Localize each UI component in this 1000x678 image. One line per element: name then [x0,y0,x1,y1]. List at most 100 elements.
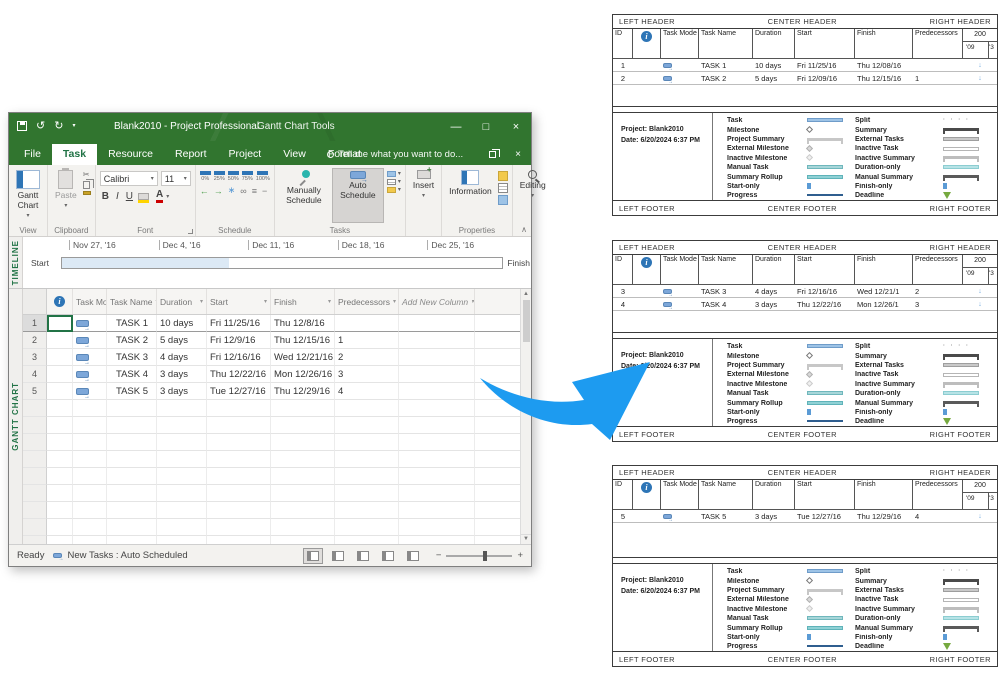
finish-cell[interactable]: Wed 12/21/16 [271,349,335,366]
scroll-up-icon[interactable]: ▲ [523,290,529,298]
predecessors-cell[interactable]: 3 [335,366,399,383]
zoom-track[interactable] [446,555,512,557]
info-cell[interactable] [47,502,73,519]
duration-cell[interactable]: 3 days [157,383,207,400]
start-cell[interactable] [207,400,271,417]
manually-schedule-button[interactable]: Manually Schedule [279,168,329,223]
unlink-tasks-icon[interactable]: ≡ [252,186,257,196]
add-new-column-cell[interactable] [399,519,475,536]
doc-restore-button[interactable] [479,143,505,165]
start-cell[interactable] [207,485,271,502]
maximize-button[interactable]: □ [471,113,501,141]
finish-cell[interactable] [271,536,335,544]
predecessors-cell[interactable] [335,400,399,417]
predecessors-cell[interactable] [335,519,399,536]
task-mode-cell[interactable] [73,434,107,451]
mode-button[interactable]: ▾ [387,187,401,193]
row-number[interactable] [23,400,47,417]
task-mode-cell[interactable] [73,315,107,332]
predecessors-cell[interactable]: 4 [335,383,399,400]
duration-cell[interactable] [157,417,207,434]
start-cell[interactable] [207,519,271,536]
task-name-cell[interactable] [107,485,157,502]
save-icon[interactable] [17,121,27,131]
finish-cell[interactable] [271,485,335,502]
row-number[interactable]: 5 [23,383,47,400]
add-new-column-cell[interactable] [399,434,475,451]
task-mode-cell[interactable] [73,417,107,434]
filter-arrow-icon[interactable]: ▾ [328,298,331,305]
tell-me-box[interactable]: Tell me what you want to do... [327,149,463,160]
info-cell[interactable] [47,485,73,502]
duration-cell[interactable] [157,400,207,417]
indent-icon[interactable]: → [214,186,223,196]
zoom-slider[interactable]: − + [436,550,523,561]
row-number[interactable] [23,451,47,468]
details-icon[interactable] [498,183,508,193]
task-name-cell[interactable]: TASK 2 [107,332,157,349]
finish-cell[interactable] [271,434,335,451]
start-cell[interactable] [207,468,271,485]
filter-arrow-icon[interactable]: ▾ [393,298,396,305]
column-header-predecessors[interactable]: Predecessors▾ [335,289,399,314]
outdent-icon[interactable]: ← [200,186,209,196]
duration-cell[interactable] [157,468,207,485]
scrollbar-thumb[interactable] [523,300,530,342]
task-name-cell[interactable] [107,417,157,434]
info-cell[interactable] [47,434,73,451]
finish-cell[interactable]: Thu 12/29/16 [271,383,335,400]
add-new-column-cell[interactable] [399,315,475,332]
task-name-cell[interactable] [107,434,157,451]
info-cell[interactable] [47,451,73,468]
percent-complete-button[interactable]: 25% [214,171,225,182]
column-header-finish[interactable]: Finish▾ [271,289,335,314]
add-new-column-cell[interactable] [399,400,475,417]
task-name-cell[interactable] [107,519,157,536]
duration-cell[interactable]: 10 days [157,315,207,332]
zoom-in-icon[interactable]: + [517,550,523,561]
add-new-column-cell[interactable] [399,366,475,383]
start-cell[interactable] [207,536,271,544]
task-name-cell[interactable] [107,536,157,544]
format-painter-button[interactable] [83,191,91,195]
add-new-column-cell[interactable] [399,349,475,366]
finish-cell[interactable] [271,502,335,519]
percent-complete-button[interactable]: 50% [228,171,239,182]
view-report-button[interactable] [403,548,423,564]
duration-cell[interactable] [157,502,207,519]
collapse-ribbon-icon[interactable]: ∧ [521,225,527,234]
move-task-button[interactable]: ▾ [387,179,401,185]
dialog-launcher-icon[interactable] [188,229,193,234]
view-resource-sheet-button[interactable] [378,548,398,564]
info-cell[interactable] [47,332,73,349]
row-number[interactable]: 3 [23,349,47,366]
predecessors-cell[interactable]: 2 [335,349,399,366]
auto-schedule-button[interactable]: Auto Schedule [332,168,384,223]
add-new-column-cell[interactable] [399,536,475,544]
info-cell[interactable] [47,519,73,536]
row-number[interactable] [23,434,47,451]
finish-cell[interactable]: Mon 12/26/16 [271,366,335,383]
start-cell[interactable]: Fri 12/16/16 [207,349,271,366]
filter-arrow-icon[interactable]: ▾ [471,298,474,305]
column-header-task-mode[interactable]: Task Mode▾ [73,289,107,314]
font-size-select[interactable]: 11 ▾ [161,171,191,186]
column-header-start[interactable]: Start▾ [207,289,271,314]
link-tasks-icon[interactable]: ∞ [240,186,246,196]
info-cell[interactable] [47,366,73,383]
zoom-out-icon[interactable]: − [436,550,442,561]
task-mode-cell[interactable] [73,349,107,366]
task-mode-cell[interactable] [73,400,107,417]
task-name-cell[interactable]: TASK 3 [107,349,157,366]
start-cell[interactable]: Thu 12/22/16 [207,366,271,383]
gantt-pane-strip[interactable]: GANTT CHART [9,289,23,544]
timeline-pane-strip[interactable]: TIMELINE [9,237,23,288]
info-cell[interactable] [47,536,73,544]
finish-cell[interactable] [271,417,335,434]
filter-arrow-icon[interactable]: ▾ [264,298,267,305]
add-new-column-cell[interactable] [399,485,475,502]
background-color-icon[interactable] [138,193,149,200]
add-new-column-cell[interactable] [399,468,475,485]
zoom-thumb[interactable] [483,551,487,561]
information-button[interactable]: Information [446,168,495,223]
